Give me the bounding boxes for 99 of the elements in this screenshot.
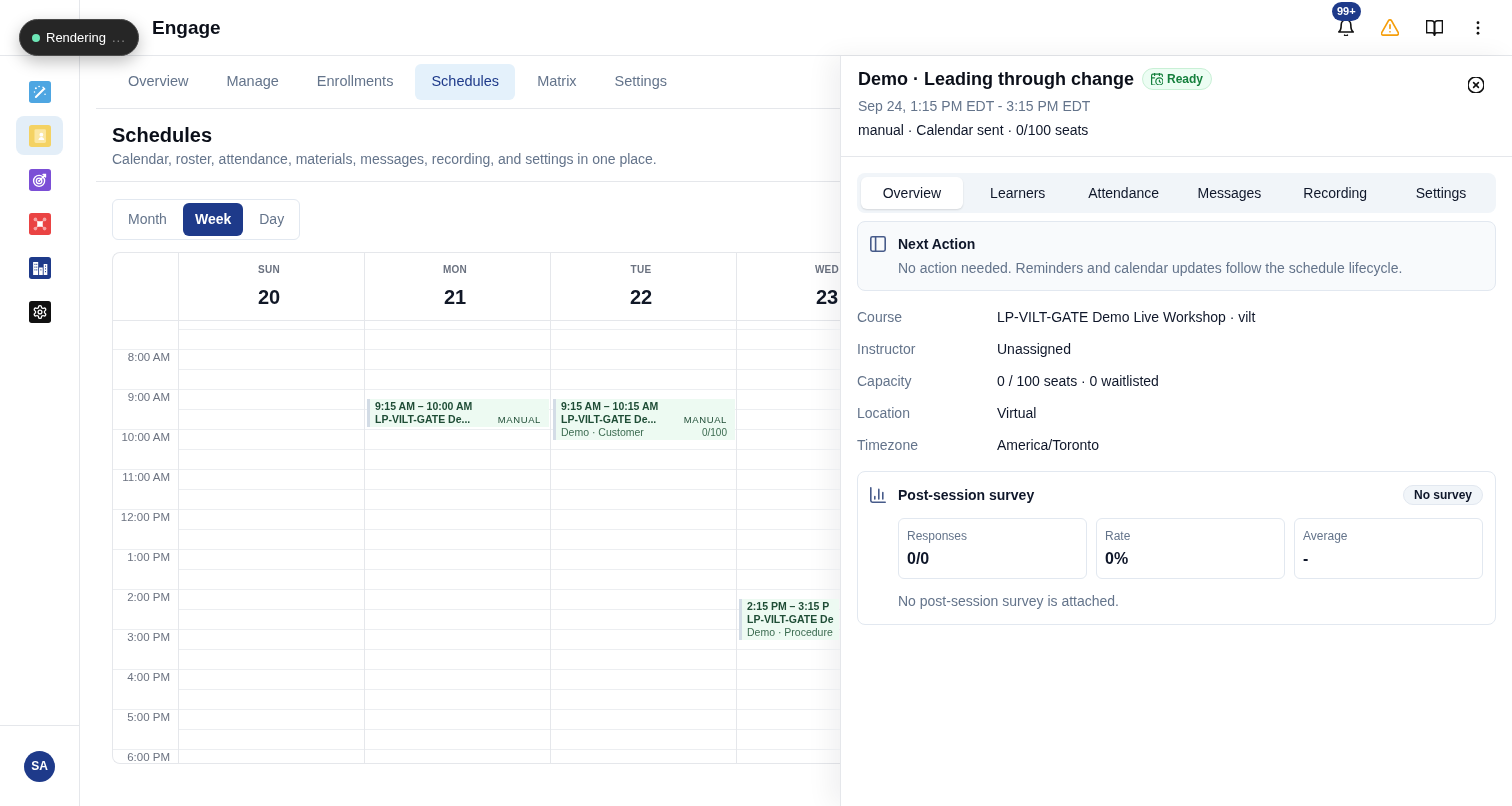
panel-tab[interactable]: Recording <box>1284 177 1387 209</box>
contact-book-icon <box>28 124 51 147</box>
time-label: 9:00 AM <box>127 391 170 403</box>
next-action-text: No action needed. Reminders and calendar updates follow the schedule lifecycle. <box>898 259 1403 278</box>
event-seats: 0/100 <box>701 426 727 439</box>
time-label: 2:00 PM <box>127 591 170 603</box>
session-time: Sep 24, 1:15 PM EDT - 3:15 PM EDT <box>858 97 1092 116</box>
date-number: 20 <box>257 285 281 310</box>
stat-label: Rate <box>1105 528 1131 544</box>
event-title: LP-VILT-GATE De... <box>561 413 657 426</box>
weekday-label: SUN <box>258 264 280 276</box>
view-toggle-option[interactable]: Month <box>116 203 179 236</box>
sidebar-nav-item[interactable] <box>28 256 51 279</box>
weekday-label: WED <box>814 264 840 276</box>
date-number: 22 <box>629 285 653 310</box>
time-label: 12:00 PM <box>120 511 170 523</box>
event-mode: MANUAL <box>683 413 727 426</box>
stat-value: - <box>1303 549 1309 569</box>
event-time: 2:15 PM – 3:15 P <box>747 600 830 613</box>
bar-chart-icon <box>870 487 886 503</box>
panel-layout-icon <box>870 236 886 252</box>
page-subtitle: Calendar, roster, attendance, materials, messages, recording, and settings in one place. <box>112 150 658 169</box>
status-label: Ready <box>1167 71 1204 87</box>
panel-tab[interactable]: Overview <box>861 177 963 209</box>
close-button[interactable] <box>1467 76 1484 93</box>
user-avatar[interactable]: SA <box>24 750 55 782</box>
event-time: 9:15 AM – 10:15 AM <box>561 400 659 413</box>
detail-value: 0 / 100 seats · 0 waitlisted <box>997 371 1159 391</box>
nav-tab[interactable]: Schedules <box>415 64 516 100</box>
stat-label: Responses <box>907 528 968 544</box>
sidebar-nav-item[interactable] <box>28 300 51 323</box>
date-number: 21 <box>443 285 467 310</box>
weekday-label: TUE <box>630 264 652 276</box>
time-label: 4:00 PM <box>127 671 170 683</box>
notification-count-badge: 99+ <box>1332 1 1361 21</box>
calendar-event[interactable]: 9:15 AM – 10:15 AM LP-VILT-GATE De... MANUAL Demo · Customer 0/100 <box>553 399 735 440</box>
time-label: 5:00 PM <box>127 711 170 723</box>
nav-tab[interactable]: Enrollments <box>300 64 410 100</box>
panel-tab[interactable]: Learners <box>966 177 1069 209</box>
progress-dots: ... <box>112 29 126 46</box>
magic-wand-icon <box>28 80 51 103</box>
bell-icon <box>1338 19 1354 36</box>
event-mode: MANUAL <box>497 413 541 426</box>
docs-button[interactable] <box>1424 17 1444 38</box>
time-label: 11:00 AM <box>122 471 170 483</box>
nav-tab[interactable]: Matrix <box>521 64 593 100</box>
detail-value: Unassigned <box>997 339 1071 359</box>
status-dot-icon <box>32 33 40 42</box>
buildings-icon <box>28 256 51 279</box>
nav-tab[interactable]: Manage <box>210 64 295 100</box>
calendar-event[interactable]: 9:15 AM – 10:00 AM LP-VILT-GATE De... MANUAL <box>367 399 549 427</box>
session-summary: manual · Calendar sent · 0/100 seats <box>858 121 1090 140</box>
time-label: 1:00 PM <box>127 551 170 563</box>
network-nodes-icon <box>28 212 51 235</box>
target-icon <box>28 168 51 191</box>
panel-tab[interactable]: Settings <box>1390 177 1492 209</box>
event-time: 9:15 AM – 10:00 AM <box>375 400 473 413</box>
time-label: 8:00 AM <box>127 351 170 363</box>
survey-note: No post-session survey is attached. <box>898 592 1120 611</box>
gear-icon <box>28 300 51 323</box>
stat-label: Average <box>1303 528 1348 544</box>
nav-tab[interactable]: Overview <box>112 64 205 100</box>
time-label: 3:00 PM <box>127 631 170 643</box>
calendar-clock-icon <box>1151 73 1163 85</box>
detail-label: Instructor <box>857 339 917 359</box>
panel-tab[interactable]: Attendance <box>1072 177 1175 209</box>
next-action-title: Next Action <box>898 235 977 254</box>
time-label: 6:00 PM <box>127 751 170 763</box>
detail-label: Location <box>857 403 911 423</box>
view-toggle-option[interactable]: Week <box>182 203 244 236</box>
view-toggle-option[interactable]: Day <box>247 203 297 236</box>
nav-tab[interactable]: Settings <box>598 64 683 100</box>
calendar-event[interactable]: 2:15 PM – 3:15 P LP-VILT-GATE De Demo · Procedure <box>739 599 839 640</box>
toast-label: Rendering <box>46 29 106 46</box>
detail-value: LP-VILT-GATE Demo Live Workshop · vilt <box>997 307 1256 327</box>
event-subtitle: Demo · Procedure <box>747 626 833 639</box>
date-number: 23 <box>815 285 839 310</box>
app-title: Engage <box>152 15 221 40</box>
event-title: LP-VILT-GATE De <box>747 613 834 626</box>
weekday-label: MON <box>442 264 468 276</box>
time-label: 10:00 AM <box>121 431 170 443</box>
event-subtitle: Demo · Customer <box>561 426 644 439</box>
survey-status-badge: No survey <box>1402 485 1483 505</box>
event-title: LP-VILT-GATE De... <box>375 413 471 426</box>
detail-value: Virtual <box>997 403 1037 423</box>
more-icon <box>1476 20 1480 35</box>
warning-icon <box>1381 19 1399 36</box>
detail-label: Capacity <box>857 371 913 391</box>
open-book-icon <box>1425 19 1443 36</box>
detail-label: Course <box>857 307 904 327</box>
survey-title: Post-session survey <box>898 485 1035 505</box>
close-icon <box>1467 76 1484 93</box>
detail-label: Timezone <box>857 435 919 455</box>
page-title: Schedules <box>112 123 214 148</box>
panel-tab[interactable]: Messages <box>1178 177 1281 209</box>
stat-value: 0/0 <box>907 549 930 569</box>
detail-value: America/Toronto <box>997 435 1099 455</box>
stat-value: 0% <box>1105 549 1129 569</box>
panel-title: Demo · Leading through change <box>858 68 1134 91</box>
